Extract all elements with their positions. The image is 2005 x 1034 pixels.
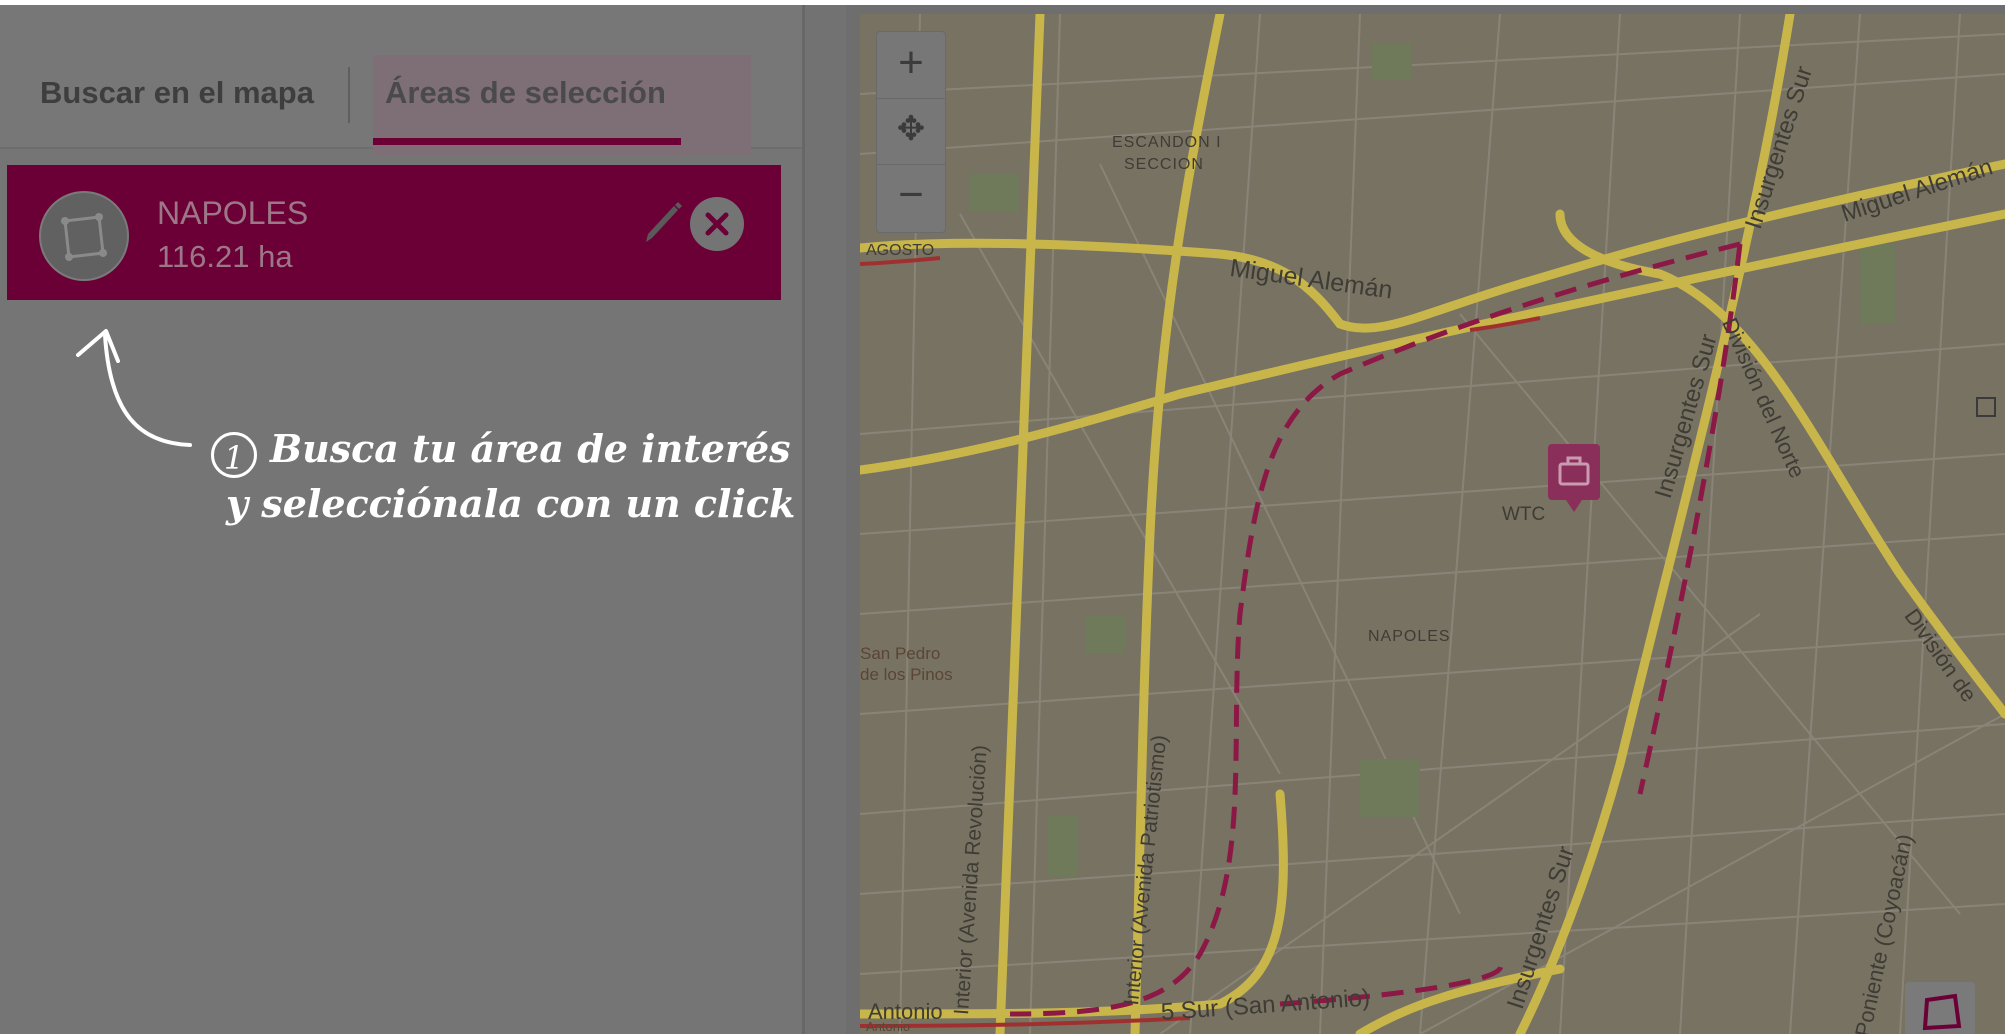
pencil-icon[interactable] [642,198,684,244]
map-label-napoles: NAPOLES [1368,628,1451,645]
pan-button[interactable]: ✥ [877,98,945,165]
area-polygon-avatar [39,191,129,281]
zoom-in-button[interactable]: + [877,32,945,99]
map-label-wtc: WTC [1502,504,1546,525]
hint-arrow-icon [76,329,192,447]
selected-area-card[interactable]: NAPOLES 116.21 ha [7,165,781,300]
polygon-tool-icon [1922,993,1962,1031]
area-size: 116.21 ha [157,239,293,274]
wtc-briefcase-icon[interactable] [1548,444,1600,512]
polygon-icon [61,213,107,261]
briefcase-icon [1558,456,1590,512]
tab-divider [348,67,350,123]
tab-bar: Buscar en el mapa Áreas de selección [0,5,802,155]
close-icon [705,212,729,236]
hint-text-line1: Busca tu área de interés [270,426,791,471]
panel-divider-line [802,5,805,1034]
map-view[interactable]: ESCANDON I SECCION AGOSTO Miguel Alemán … [860,14,2005,1034]
area-name: NAPOLES [157,195,309,231]
map-canvas [860,14,2005,1034]
tab-selection-areas[interactable]: Áreas de selección [385,75,666,111]
map-label-escandon: ESCANDON I [1112,134,1222,151]
map-label-seccion: SECCION [1124,156,1204,173]
map-label-agosto: AGOSTO [866,242,935,259]
map-square-icon [1976,397,1996,417]
draw-area-button[interactable] [1905,982,1975,1034]
map-label-san-pedro: San Pedro [860,644,941,663]
map-label-antonio-small: Antonio [866,1019,911,1034]
map-zoom-control: + ✥ − [876,31,946,233]
zoom-out-button[interactable]: − [877,164,945,230]
remove-area-button[interactable] [690,197,744,251]
hint-text-line2: y selecciónala con un click [226,481,796,526]
panel-splitter[interactable] [802,5,846,1034]
map-label-de-los-pinos: de los Pinos [860,665,953,684]
active-tab-indicator [373,138,681,145]
left-panel: Buscar en el mapa Áreas de selección NAP… [0,5,802,1034]
hint-step-number: 1 [211,432,257,478]
tab-search-map[interactable]: Buscar en el mapa [40,75,314,111]
